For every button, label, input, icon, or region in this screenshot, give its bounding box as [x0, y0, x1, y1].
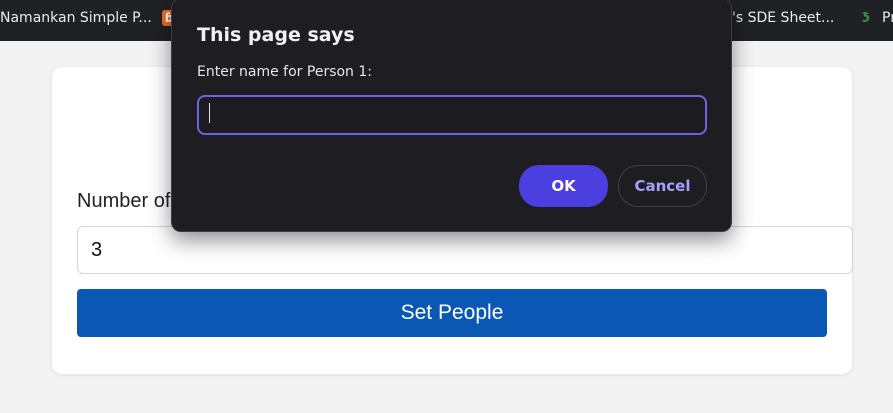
ok-button[interactable]: OK [519, 165, 608, 207]
cancel-button[interactable]: Cancel [618, 165, 707, 207]
bookmark-namankan[interactable]: Namankan Simple P... [0, 0, 152, 36]
bookmark-sde-sheet[interactable]: 's SDE Sheet... [732, 0, 834, 36]
bookmark-gfg[interactable]: ƾ Pr [856, 0, 893, 36]
person-name-input[interactable] [197, 95, 707, 135]
text-caret [209, 103, 210, 123]
set-people-button[interactable]: Set People [77, 289, 827, 337]
number-of-people-label: Number of [77, 190, 171, 212]
bookmark-label: Namankan Simple P... [0, 10, 152, 26]
gfg-icon: ƾ [861, 10, 871, 26]
dialog-message: Enter name for Person 1: [197, 64, 372, 80]
bookmark-label: 's SDE Sheet... [732, 10, 835, 26]
bookmark-label: Pr [882, 10, 893, 26]
dialog-title: This page says [197, 24, 355, 46]
prompt-dialog: This page says Enter name for Person 1: … [171, 0, 732, 232]
number-of-people-input[interactable] [77, 226, 853, 274]
